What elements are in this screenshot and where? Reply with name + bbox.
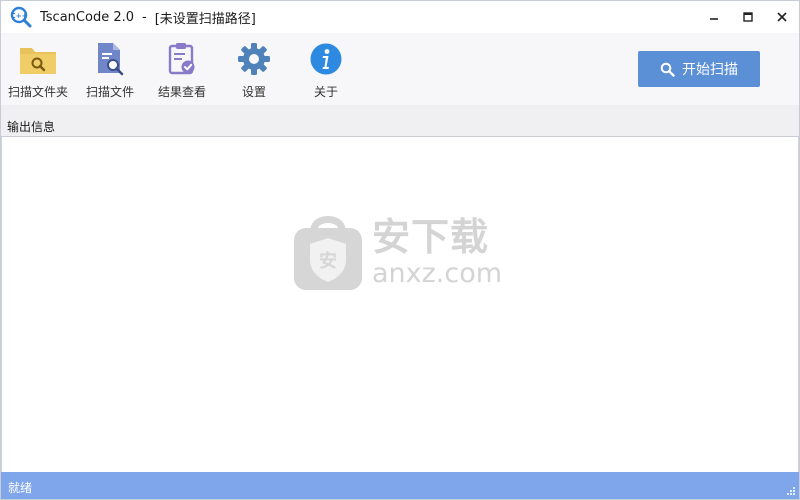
scan-folder-button[interactable]: 扫描文件夹 bbox=[5, 33, 71, 105]
watermark-badge-char: 安 bbox=[319, 250, 337, 272]
watermark-shield-icon: 安 bbox=[292, 212, 364, 292]
toolbar: 扫描文件夹 扫描文件 结果查看 设置 关于 开始扫描 bbox=[1, 33, 799, 105]
watermark: 安 安下载 anxz.com bbox=[292, 207, 522, 297]
folder-search-icon bbox=[18, 39, 58, 79]
status-text: 就绪 bbox=[8, 481, 33, 495]
about-label: 关于 bbox=[313, 85, 338, 99]
close-button[interactable] bbox=[765, 1, 799, 33]
maximize-button[interactable] bbox=[731, 1, 765, 33]
minimize-button[interactable] bbox=[697, 1, 731, 33]
output-header-label: 输出信息 bbox=[7, 120, 56, 134]
output-text-area[interactable]: 安 安下载 anxz.com bbox=[1, 137, 799, 472]
scan-file-button[interactable]: 扫描文件 bbox=[83, 33, 137, 105]
clipboard-check-icon bbox=[162, 39, 202, 79]
window-title: TscanCode 2.0 bbox=[40, 9, 135, 25]
about-button[interactable]: 关于 bbox=[303, 33, 349, 105]
watermark-text: 安下载 anxz.com bbox=[372, 215, 502, 289]
watermark-cn: 安下载 bbox=[372, 215, 490, 259]
settings-label: 设置 bbox=[241, 85, 266, 99]
resize-grip-icon[interactable] bbox=[786, 486, 796, 496]
settings-button[interactable]: 设置 bbox=[231, 33, 277, 105]
svg-text:C++: C++ bbox=[11, 12, 28, 20]
status-bar: 就绪 bbox=[1, 472, 799, 499]
minimize-icon bbox=[710, 18, 718, 20]
app-logo-icon: C++ bbox=[10, 6, 32, 28]
title-bar[interactable]: C++ TscanCode 2.0 - [未设置扫描路径] bbox=[1, 1, 799, 33]
scan-path-status: [未设置扫描路径] bbox=[154, 11, 256, 27]
view-results-button[interactable]: 结果查看 bbox=[153, 33, 211, 105]
gear-icon bbox=[234, 39, 274, 79]
app-window: C++ TscanCode 2.0 - [未设置扫描路径] 扫描文件夹 扫描文件… bbox=[0, 0, 800, 500]
scan-file-label: 扫描文件 bbox=[85, 85, 134, 99]
output-panel-header: 输出信息 bbox=[1, 105, 799, 137]
title-separator: - bbox=[142, 9, 147, 25]
view-results-label: 结果查看 bbox=[157, 85, 206, 99]
info-icon bbox=[306, 39, 346, 79]
close-icon bbox=[777, 12, 787, 22]
file-search-icon bbox=[90, 39, 130, 79]
watermark-en: anxz.com bbox=[372, 258, 503, 289]
scan-folder-label: 扫描文件夹 bbox=[7, 85, 68, 99]
maximize-icon bbox=[743, 12, 753, 22]
start-scan-button[interactable]: 开始扫描 bbox=[638, 51, 760, 87]
search-icon bbox=[660, 62, 675, 77]
start-scan-label: 开始扫描 bbox=[682, 62, 738, 78]
window-controls bbox=[697, 1, 799, 33]
